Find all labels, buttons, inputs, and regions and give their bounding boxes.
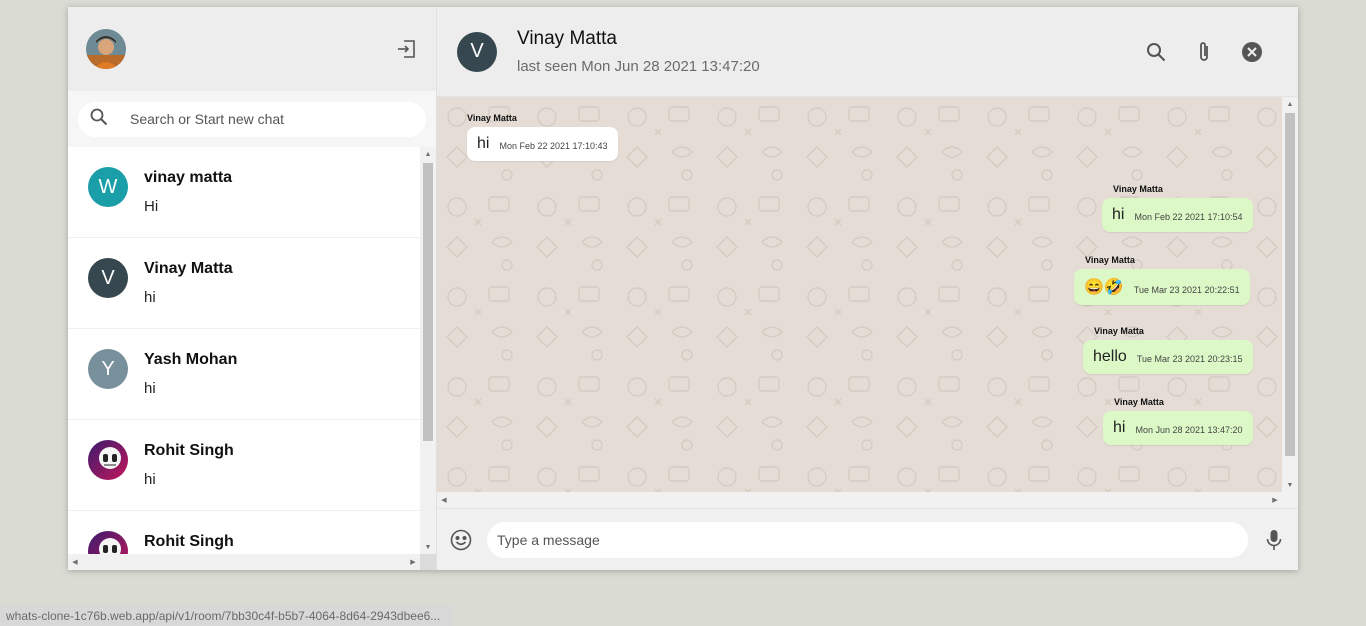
- message-bubble[interactable]: hi Mon Feb 22 2021 17:10:43: [467, 127, 618, 161]
- scroll-down-arrow-icon[interactable]: ▼: [1282, 478, 1298, 492]
- sidebar-header: [68, 7, 436, 91]
- chat-header-actions: [1144, 40, 1264, 64]
- message-sender: Vinay Matta: [1113, 184, 1163, 194]
- message-time: Mon Feb 22 2021 17:10:43: [499, 141, 608, 151]
- scroll-left-arrow-icon[interactable]: ◀: [437, 492, 451, 508]
- chat-body-horizontal-scrollbar[interactable]: ◀ ▶: [437, 492, 1282, 508]
- microphone-icon[interactable]: [1262, 528, 1286, 552]
- chat-item[interactable]: Y Yash Mohan hi: [68, 329, 420, 420]
- message-time: Mon Feb 22 2021 17:10:54: [1134, 212, 1243, 222]
- chat-name: Yash Mohan: [144, 351, 238, 368]
- message-text: hi: [477, 135, 490, 152]
- message-text: 😄🤣: [1084, 279, 1124, 296]
- scrollbar-thumb[interactable]: [1285, 113, 1295, 456]
- message-sender: Vinay Matta: [1114, 397, 1164, 407]
- message-input-box: [487, 521, 1248, 558]
- chat-avatar-image: [88, 531, 128, 554]
- scroll-up-arrow-icon[interactable]: ▲: [1282, 97, 1298, 111]
- logout-icon[interactable]: [394, 37, 418, 61]
- chat-last-message: hi: [144, 471, 156, 488]
- scrollbar-thumb[interactable]: [423, 163, 433, 441]
- message-text: hi: [1113, 419, 1126, 436]
- chat-avatar: Y: [88, 349, 128, 389]
- chat-avatar: W: [88, 167, 128, 207]
- search-icon: [90, 108, 108, 131]
- last-seen: last seen Mon Jun 28 2021 13:47:20: [517, 58, 760, 75]
- chat-name: Vinay Matta: [144, 260, 233, 277]
- message-sender: Vinay Matta: [467, 113, 517, 123]
- emoji-icon[interactable]: [449, 528, 473, 552]
- chat-list-vertical-scrollbar[interactable]: ▲ ▼: [420, 147, 436, 554]
- message-sender: Vinay Matta: [1094, 326, 1144, 336]
- chat-body-container: Vinay Matta hi Mon Feb 22 2021 17:10:43 …: [437, 97, 1298, 508]
- close-icon[interactable]: [1240, 40, 1264, 64]
- message-sent: Vinay Matta hi Mon Feb 22 2021 17:10:54: [1102, 184, 1253, 232]
- scroll-left-arrow-icon[interactable]: ◀: [68, 554, 82, 570]
- chat-item[interactable]: Rohit Singh hi: [68, 420, 420, 511]
- chat-footer: [437, 508, 1298, 570]
- message-bubble[interactable]: hi Mon Feb 22 2021 17:10:54: [1102, 198, 1253, 232]
- chat-avatar: V: [88, 258, 128, 298]
- chat-last-message: hi: [144, 289, 156, 306]
- chat-name: vinay matta: [144, 169, 233, 186]
- search-box: [78, 101, 426, 137]
- message-time: Tue Mar 23 2021 20:23:15: [1136, 354, 1243, 364]
- message-sender: Vinay Matta: [1085, 255, 1135, 265]
- chat-body-vertical-scrollbar[interactable]: ▲ ▼: [1282, 97, 1298, 492]
- app-window: W vinay matta Hi V Vinay Matta hi Y: [68, 7, 1298, 570]
- message-time: Mon Jun 28 2021 13:47:20: [1135, 425, 1243, 435]
- message-sent: Vinay Matta hi Mon Jun 28 2021 13:47:20: [1103, 397, 1253, 445]
- attach-icon[interactable]: [1192, 40, 1216, 64]
- sidebar: W vinay matta Hi V Vinay Matta hi Y: [68, 7, 437, 570]
- chat-item[interactable]: W vinay matta Hi: [68, 147, 420, 238]
- message-sent: Vinay Matta hello Tue Mar 23 2021 20:23:…: [1083, 326, 1253, 374]
- message-time: Tue Mar 23 2021 20:22:51: [1133, 285, 1240, 295]
- chat-avatar-image: [88, 440, 128, 480]
- message-text: hi: [1112, 206, 1125, 223]
- message-input[interactable]: [497, 531, 1238, 548]
- chat-item[interactable]: V Vinay Matta hi: [68, 238, 420, 329]
- scrollbar-corner: [1282, 492, 1298, 508]
- scroll-down-arrow-icon[interactable]: ▼: [420, 540, 436, 554]
- scroll-up-arrow-icon[interactable]: ▲: [420, 147, 436, 161]
- search-input[interactable]: [130, 111, 414, 127]
- contact-avatar[interactable]: V: [457, 31, 497, 72]
- scroll-right-arrow-icon[interactable]: ▶: [1268, 492, 1282, 508]
- chat-header: V Vinay Matta last seen Mon Jun 28 2021 …: [437, 7, 1298, 97]
- search-icon[interactable]: [1144, 40, 1168, 64]
- chat-list-horizontal-scrollbar[interactable]: ◀ ▶: [68, 554, 420, 570]
- user-avatar[interactable]: [86, 29, 126, 69]
- message-sent: Vinay Matta 😄🤣 Tue Mar 23 2021 20:22:51: [1074, 255, 1250, 305]
- chat-list: W vinay matta Hi V Vinay Matta hi Y Yash…: [68, 147, 420, 554]
- browser-status-url: whats-clone-1c76b.web.app/api/v1/room/7b…: [0, 605, 453, 626]
- chat-pane: V Vinay Matta last seen Mon Jun 28 2021 …: [437, 7, 1298, 570]
- chat-name: Rohit Singh: [144, 442, 234, 459]
- scrollbar-corner: [420, 554, 436, 570]
- sidebar-search-bar: [68, 91, 436, 147]
- message-text: hello: [1093, 348, 1127, 365]
- message-bubble[interactable]: hi Mon Jun 28 2021 13:47:20: [1103, 411, 1253, 445]
- chat-name: Rohit Singh: [144, 533, 234, 550]
- message-bubble[interactable]: 😄🤣 Tue Mar 23 2021 20:22:51: [1074, 269, 1250, 305]
- contact-name: Vinay Matta: [517, 28, 617, 49]
- message-bubble[interactable]: hello Tue Mar 23 2021 20:23:15: [1083, 340, 1253, 374]
- chat-body: Vinay Matta hi Mon Feb 22 2021 17:10:43 …: [437, 97, 1282, 492]
- chat-last-message: Hi: [144, 198, 159, 215]
- chat-list-container: W vinay matta Hi V Vinay Matta hi Y Yash…: [68, 147, 436, 570]
- scroll-right-arrow-icon[interactable]: ▶: [406, 554, 420, 570]
- message-received: Vinay Matta hi Mon Feb 22 2021 17:10:43: [467, 113, 618, 161]
- chat-last-message: hi: [144, 380, 156, 397]
- chat-item[interactable]: Rohit Singh: [68, 511, 420, 554]
